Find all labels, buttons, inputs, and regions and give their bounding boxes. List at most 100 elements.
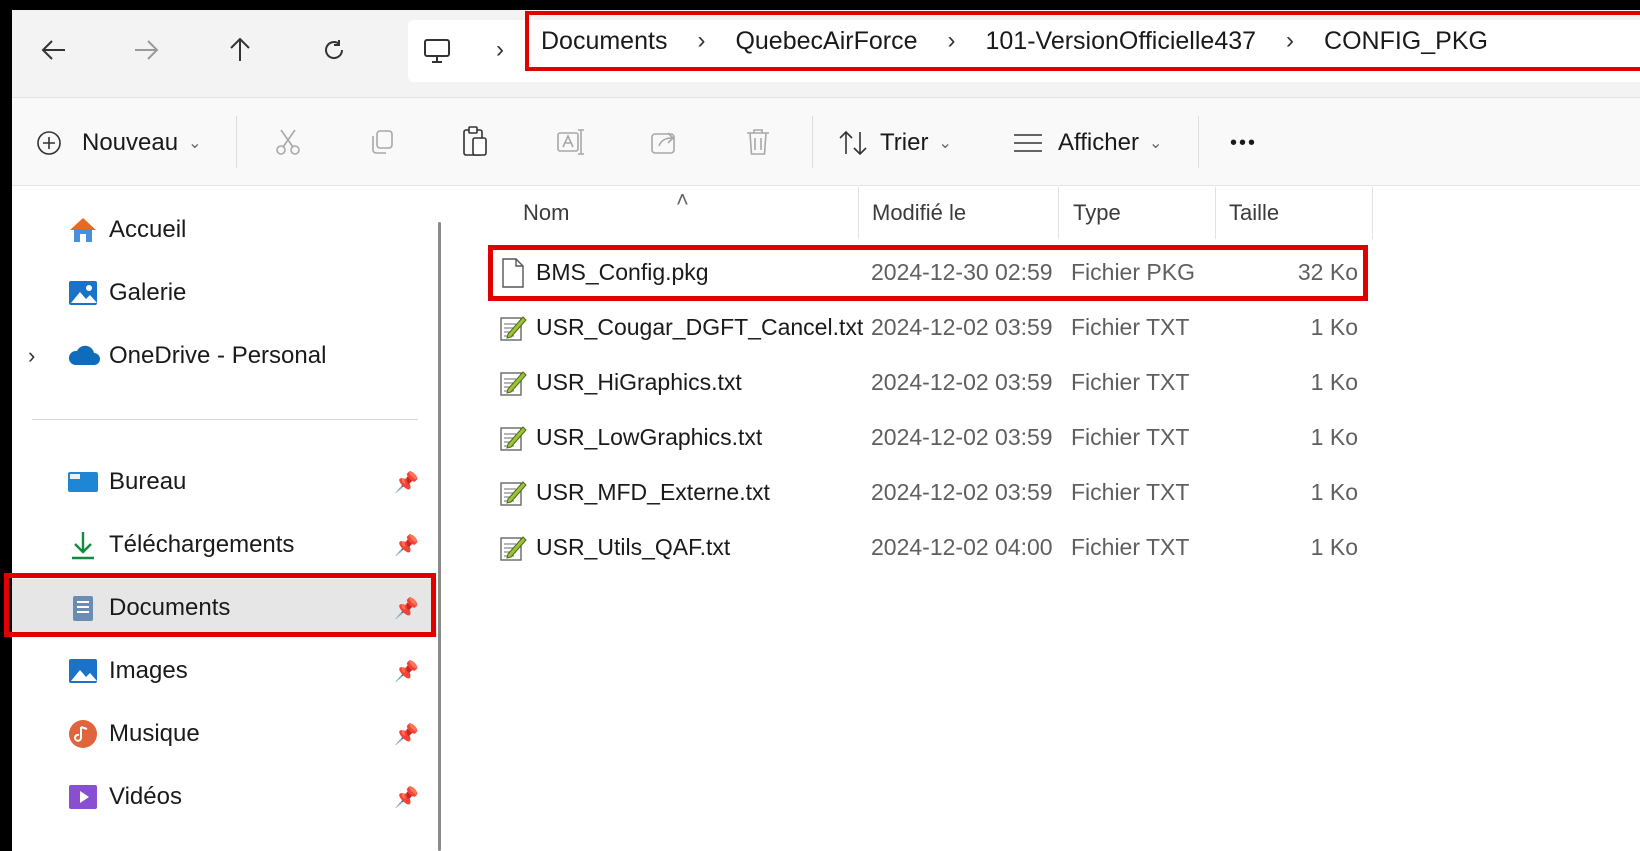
sidebar-item-downloads[interactable]: Téléchargements 📌 xyxy=(12,516,437,574)
trash-icon xyxy=(747,129,769,155)
rename-button[interactable] xyxy=(552,124,588,160)
home-icon xyxy=(70,218,96,242)
chevron-right-icon[interactable]: › xyxy=(697,27,705,55)
column-header-name[interactable]: Nom xyxy=(456,187,859,239)
copy-button[interactable] xyxy=(364,124,400,160)
file-modified: 2024-12-02 03:59 xyxy=(871,369,1053,395)
sidebar-item-label: Téléchargements xyxy=(109,531,295,558)
column-header-label: Taille xyxy=(1229,200,1280,225)
cut-button[interactable] xyxy=(270,124,306,160)
file-type: Fichier TXT xyxy=(1071,314,1190,340)
table-row[interactable]: USR_MFD_Externe.txt 2024-12-02 03:59 Fic… xyxy=(456,465,1640,520)
breadcrumb: Documents › QuebecAirForce › 101-Version… xyxy=(525,11,1640,71)
music-icon xyxy=(69,720,97,748)
sidebar-item-label: Images xyxy=(109,657,188,684)
chevron-right-icon[interactable]: › xyxy=(496,36,504,64)
sort-button[interactable]: Trier ⌄ xyxy=(838,122,952,164)
file-size: 1 Ko xyxy=(1310,534,1358,560)
text-file-icon xyxy=(500,426,527,451)
view-list-icon xyxy=(1014,134,1042,152)
file-type: Fichier TXT xyxy=(1071,424,1190,450)
column-header-type[interactable]: Type xyxy=(1059,187,1216,239)
file-name: USR_HiGraphics.txt xyxy=(536,369,742,395)
file-type: Fichier TXT xyxy=(1071,479,1190,505)
desktop-icon xyxy=(68,472,98,492)
new-button-label: Nouveau xyxy=(82,129,179,156)
table-row[interactable]: USR_HiGraphics.txt 2024-12-02 03:59 Fich… xyxy=(456,355,1640,410)
paste-icon xyxy=(463,126,487,156)
sidebar-item-home[interactable]: Accueil xyxy=(12,201,437,259)
new-button[interactable]: Nouveau ⌄ xyxy=(36,122,201,164)
breadcrumb-item-quebecairforce[interactable]: QuebecAirForce xyxy=(735,27,917,56)
videos-icon xyxy=(69,785,97,809)
sidebar-item-videos[interactable]: Vidéos 📌 xyxy=(12,768,437,826)
table-row[interactable]: USR_LowGraphics.txt 2024-12-02 03:59 Fic… xyxy=(456,410,1640,465)
sidebar-item-music[interactable]: Musique 📌 xyxy=(12,705,437,763)
chevron-right-icon[interactable]: › xyxy=(947,27,955,55)
file-name: USR_Cougar_DGFT_Cancel.txt xyxy=(536,314,864,340)
download-icon xyxy=(72,532,94,560)
sidebar-item-desktop[interactable]: Bureau 📌 xyxy=(12,453,437,511)
refresh-button[interactable] xyxy=(312,30,356,70)
cut-icon xyxy=(276,129,300,155)
file-size: 1 Ko xyxy=(1310,314,1358,340)
pin-icon[interactable]: 📌 xyxy=(394,470,419,495)
back-arrow-icon xyxy=(41,40,65,60)
computer-icon xyxy=(424,39,450,63)
sidebar-item-images[interactable]: Images 📌 xyxy=(12,642,437,700)
sidebar-item-label: Galerie xyxy=(109,279,187,306)
refresh-icon xyxy=(325,40,344,59)
column-header-label: Nom xyxy=(523,200,570,225)
chevron-right-icon[interactable]: › xyxy=(28,343,35,369)
sidebar-item-gallery[interactable]: Galerie xyxy=(12,264,437,322)
column-header-size[interactable]: Taille xyxy=(1216,187,1373,239)
more-options-button[interactable]: ••• xyxy=(1230,122,1257,164)
pin-icon[interactable]: 📌 xyxy=(394,659,419,684)
navigation-pane: Accueil Galerie › OneDrive - Personal Bu… xyxy=(12,187,445,851)
chevron-right-icon[interactable]: › xyxy=(1286,27,1294,55)
pin-icon[interactable]: 📌 xyxy=(394,785,419,810)
file-type: Fichier TXT xyxy=(1071,534,1190,560)
file-size: 1 Ko xyxy=(1310,369,1358,395)
rename-icon xyxy=(557,129,584,155)
table-row[interactable]: USR_Utils_QAF.txt 2024-12-02 04:00 Fichi… xyxy=(456,520,1640,575)
file-name: USR_Utils_QAF.txt xyxy=(536,534,731,560)
sidebar-item-label: Vidéos xyxy=(109,783,182,810)
view-button-label: Afficher xyxy=(1058,129,1139,156)
sidebar-scrollbar[interactable] xyxy=(438,222,441,851)
highlight-box-bms-config xyxy=(488,245,1368,301)
plus-circle-icon xyxy=(37,131,61,155)
text-file-icon xyxy=(500,481,527,506)
text-file-icon xyxy=(500,536,527,561)
paste-button[interactable] xyxy=(457,124,493,160)
view-button[interactable]: Afficher ⌄ xyxy=(1012,122,1162,164)
text-file-icon xyxy=(500,316,527,341)
up-button[interactable] xyxy=(218,30,262,70)
forward-button[interactable] xyxy=(124,30,168,70)
delete-button[interactable] xyxy=(740,124,776,160)
file-size: 1 Ko xyxy=(1310,479,1358,505)
file-size: 1 Ko xyxy=(1310,424,1358,450)
back-button[interactable] xyxy=(32,30,76,70)
sort-button-label: Trier xyxy=(880,129,929,156)
forward-arrow-icon xyxy=(135,40,159,60)
breadcrumb-item-version[interactable]: 101-VersionOfficielle437 xyxy=(985,27,1256,56)
gallery-icon xyxy=(69,281,97,305)
more-icon: ••• xyxy=(1230,131,1258,154)
chevron-down-icon: ⌄ xyxy=(938,135,952,152)
cloud-icon xyxy=(68,345,100,365)
share-button[interactable] xyxy=(646,124,682,160)
pin-icon[interactable]: 📌 xyxy=(394,533,419,558)
breadcrumb-item-config-pkg[interactable]: CONFIG_PKG xyxy=(1324,27,1488,56)
sidebar-item-label: OneDrive - Personal xyxy=(109,342,327,369)
sort-icon xyxy=(839,130,867,156)
pin-icon[interactable]: 📌 xyxy=(394,722,419,747)
breadcrumb-item-documents[interactable]: Documents xyxy=(541,27,667,56)
sidebar-item-onedrive[interactable]: › OneDrive - Personal xyxy=(12,327,437,385)
images-icon xyxy=(69,659,97,683)
table-row[interactable]: USR_Cougar_DGFT_Cancel.txt 2024-12-02 03… xyxy=(456,300,1640,355)
chevron-down-icon: ⌄ xyxy=(1148,135,1163,152)
sidebar-divider xyxy=(32,419,418,420)
column-header-modified[interactable]: Modifié le xyxy=(859,187,1059,239)
copy-icon xyxy=(372,130,393,154)
